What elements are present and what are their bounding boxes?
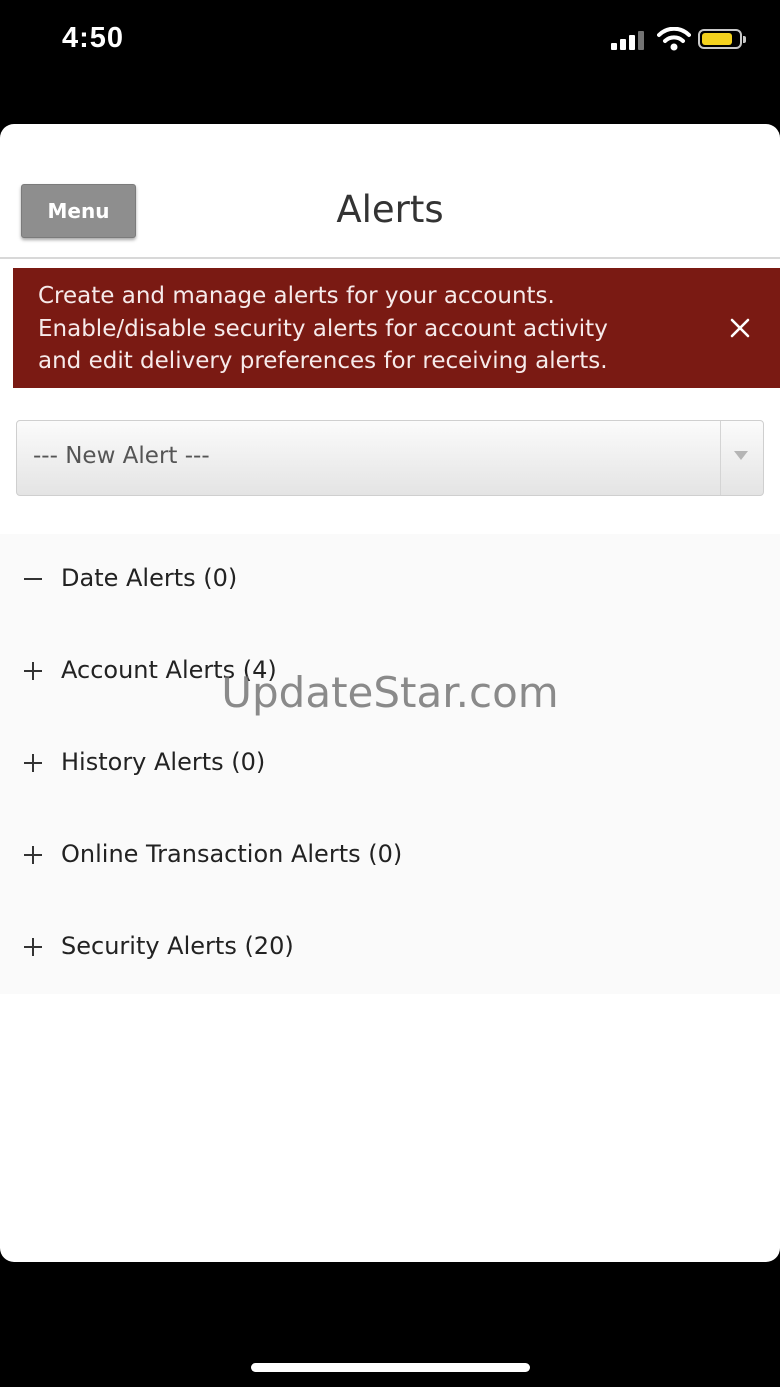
alert-group-label: Online Transaction Alerts (0) xyxy=(61,840,403,868)
cellular-signal-icon xyxy=(611,30,649,50)
alert-group-date[interactable]: Date Alerts (0) xyxy=(0,534,780,626)
alert-groups-list: Date Alerts (0) Account Alerts (4) Histo… xyxy=(0,534,780,994)
alert-group-label: Security Alerts (20) xyxy=(61,932,294,960)
wifi-icon xyxy=(657,27,691,51)
alert-group-label: History Alerts (0) xyxy=(61,748,266,776)
plus-icon xyxy=(24,662,42,680)
alert-group-account[interactable]: Account Alerts (4) xyxy=(0,626,780,718)
dropdown-toggle[interactable] xyxy=(720,421,763,495)
chevron-down-icon xyxy=(734,451,748,460)
info-banner: Create and manage alerts for your accoun… xyxy=(13,268,780,388)
alerts-page: Menu Alerts Create and manage alerts for… xyxy=(0,124,780,1262)
alert-group-security[interactable]: Security Alerts (20) xyxy=(0,902,780,994)
alert-group-label: Date Alerts (0) xyxy=(61,564,238,592)
battery-icon xyxy=(698,29,746,49)
plus-icon xyxy=(24,938,42,956)
page-title: Alerts xyxy=(336,188,444,231)
new-alert-select[interactable]: --- New Alert --- xyxy=(16,420,764,496)
alert-group-label: Account Alerts (4) xyxy=(61,656,277,684)
minus-icon xyxy=(24,578,42,580)
banner-line-3: and edit delivery preferences for receiv… xyxy=(38,348,608,374)
status-bar: 4:50 xyxy=(0,0,780,80)
banner-line-1: Create and manage alerts for your accoun… xyxy=(38,283,555,309)
alert-group-online-transaction[interactable]: Online Transaction Alerts (0) xyxy=(0,810,780,902)
status-time: 4:50 xyxy=(62,22,125,54)
close-icon[interactable] xyxy=(726,314,754,342)
banner-line-2: Enable/disable security alerts for accou… xyxy=(38,315,608,342)
new-alert-select-value: --- New Alert --- xyxy=(33,443,210,469)
page-header: Menu Alerts xyxy=(0,124,780,259)
plus-icon xyxy=(24,846,42,864)
alert-group-history[interactable]: History Alerts (0) xyxy=(0,718,780,810)
home-indicator[interactable] xyxy=(251,1363,530,1372)
plus-icon xyxy=(24,754,42,772)
